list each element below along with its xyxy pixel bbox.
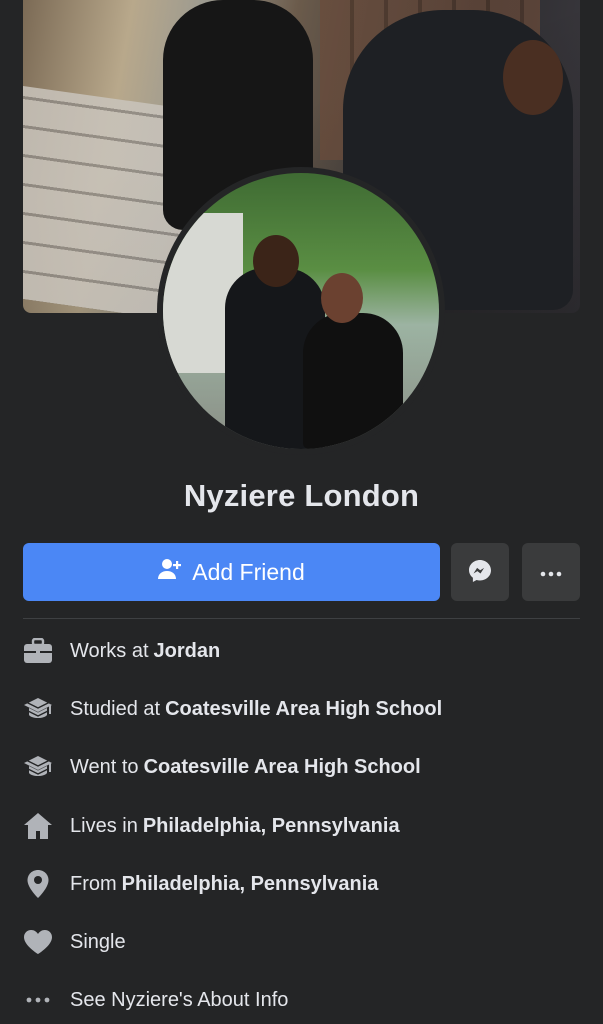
more-dots-icon (23, 985, 53, 1015)
intro-went-to-value[interactable]: Coatesville Area High School (144, 756, 421, 779)
avatar-person-woman-head (321, 273, 363, 323)
profile-name: Nyziere London (183, 478, 420, 513)
intro-relationship-label: Single (70, 930, 126, 953)
intro-lives-in-value[interactable]: Philadelphia, Pennsylvania (143, 815, 400, 838)
intro-work-value[interactable]: Jordan (154, 640, 221, 663)
divider (23, 618, 580, 619)
intro-studied-prefix: Studied at (70, 697, 161, 720)
graduation-cap-icon (23, 752, 53, 782)
intro-lives-in: Lives in Philadelphia, Pennsylvania (23, 806, 593, 846)
heart-icon (23, 927, 53, 957)
intro-from-value[interactable]: Philadelphia, Pennsylvania (122, 873, 379, 896)
messenger-icon (467, 558, 493, 587)
messenger-button[interactable] (451, 543, 509, 601)
profile-picture[interactable] (157, 167, 445, 455)
intro-from-prefix: From (70, 872, 117, 895)
location-pin-icon (23, 869, 53, 899)
intro-lives-in-prefix: Lives in (70, 814, 138, 837)
briefcase-icon (23, 636, 53, 666)
avatar-person-man-head (253, 235, 299, 287)
see-about-info-link[interactable]: See Nyziere's About Info (23, 980, 593, 1020)
intro-studied-value[interactable]: Coatesville Area High School (165, 698, 442, 721)
avatar-person-woman (303, 313, 403, 449)
intro-work: Works at Jordan (23, 631, 593, 671)
add-person-icon (158, 558, 182, 586)
add-friend-label: Add Friend (192, 558, 305, 585)
intro-relationship: Single (23, 922, 593, 962)
intro-work-prefix: Works at (70, 639, 149, 662)
see-about-info-label[interactable]: See Nyziere's About Info (70, 989, 288, 1012)
intro-went-to-prefix: Went to (70, 755, 139, 778)
cover-person-face (503, 40, 563, 115)
intro-from: From Philadelphia, Pennsylvania (23, 864, 593, 904)
home-icon (23, 811, 53, 841)
more-dots-icon (539, 565, 563, 580)
avatar-photo (163, 173, 439, 449)
intro-studied: Studied at Coatesville Area High School (23, 689, 593, 729)
intro-went-to: Went to Coatesville Area High School (23, 747, 593, 787)
add-friend-button[interactable]: Add Friend (23, 543, 440, 601)
more-options-button[interactable] (522, 543, 580, 601)
graduation-cap-icon (23, 694, 53, 724)
